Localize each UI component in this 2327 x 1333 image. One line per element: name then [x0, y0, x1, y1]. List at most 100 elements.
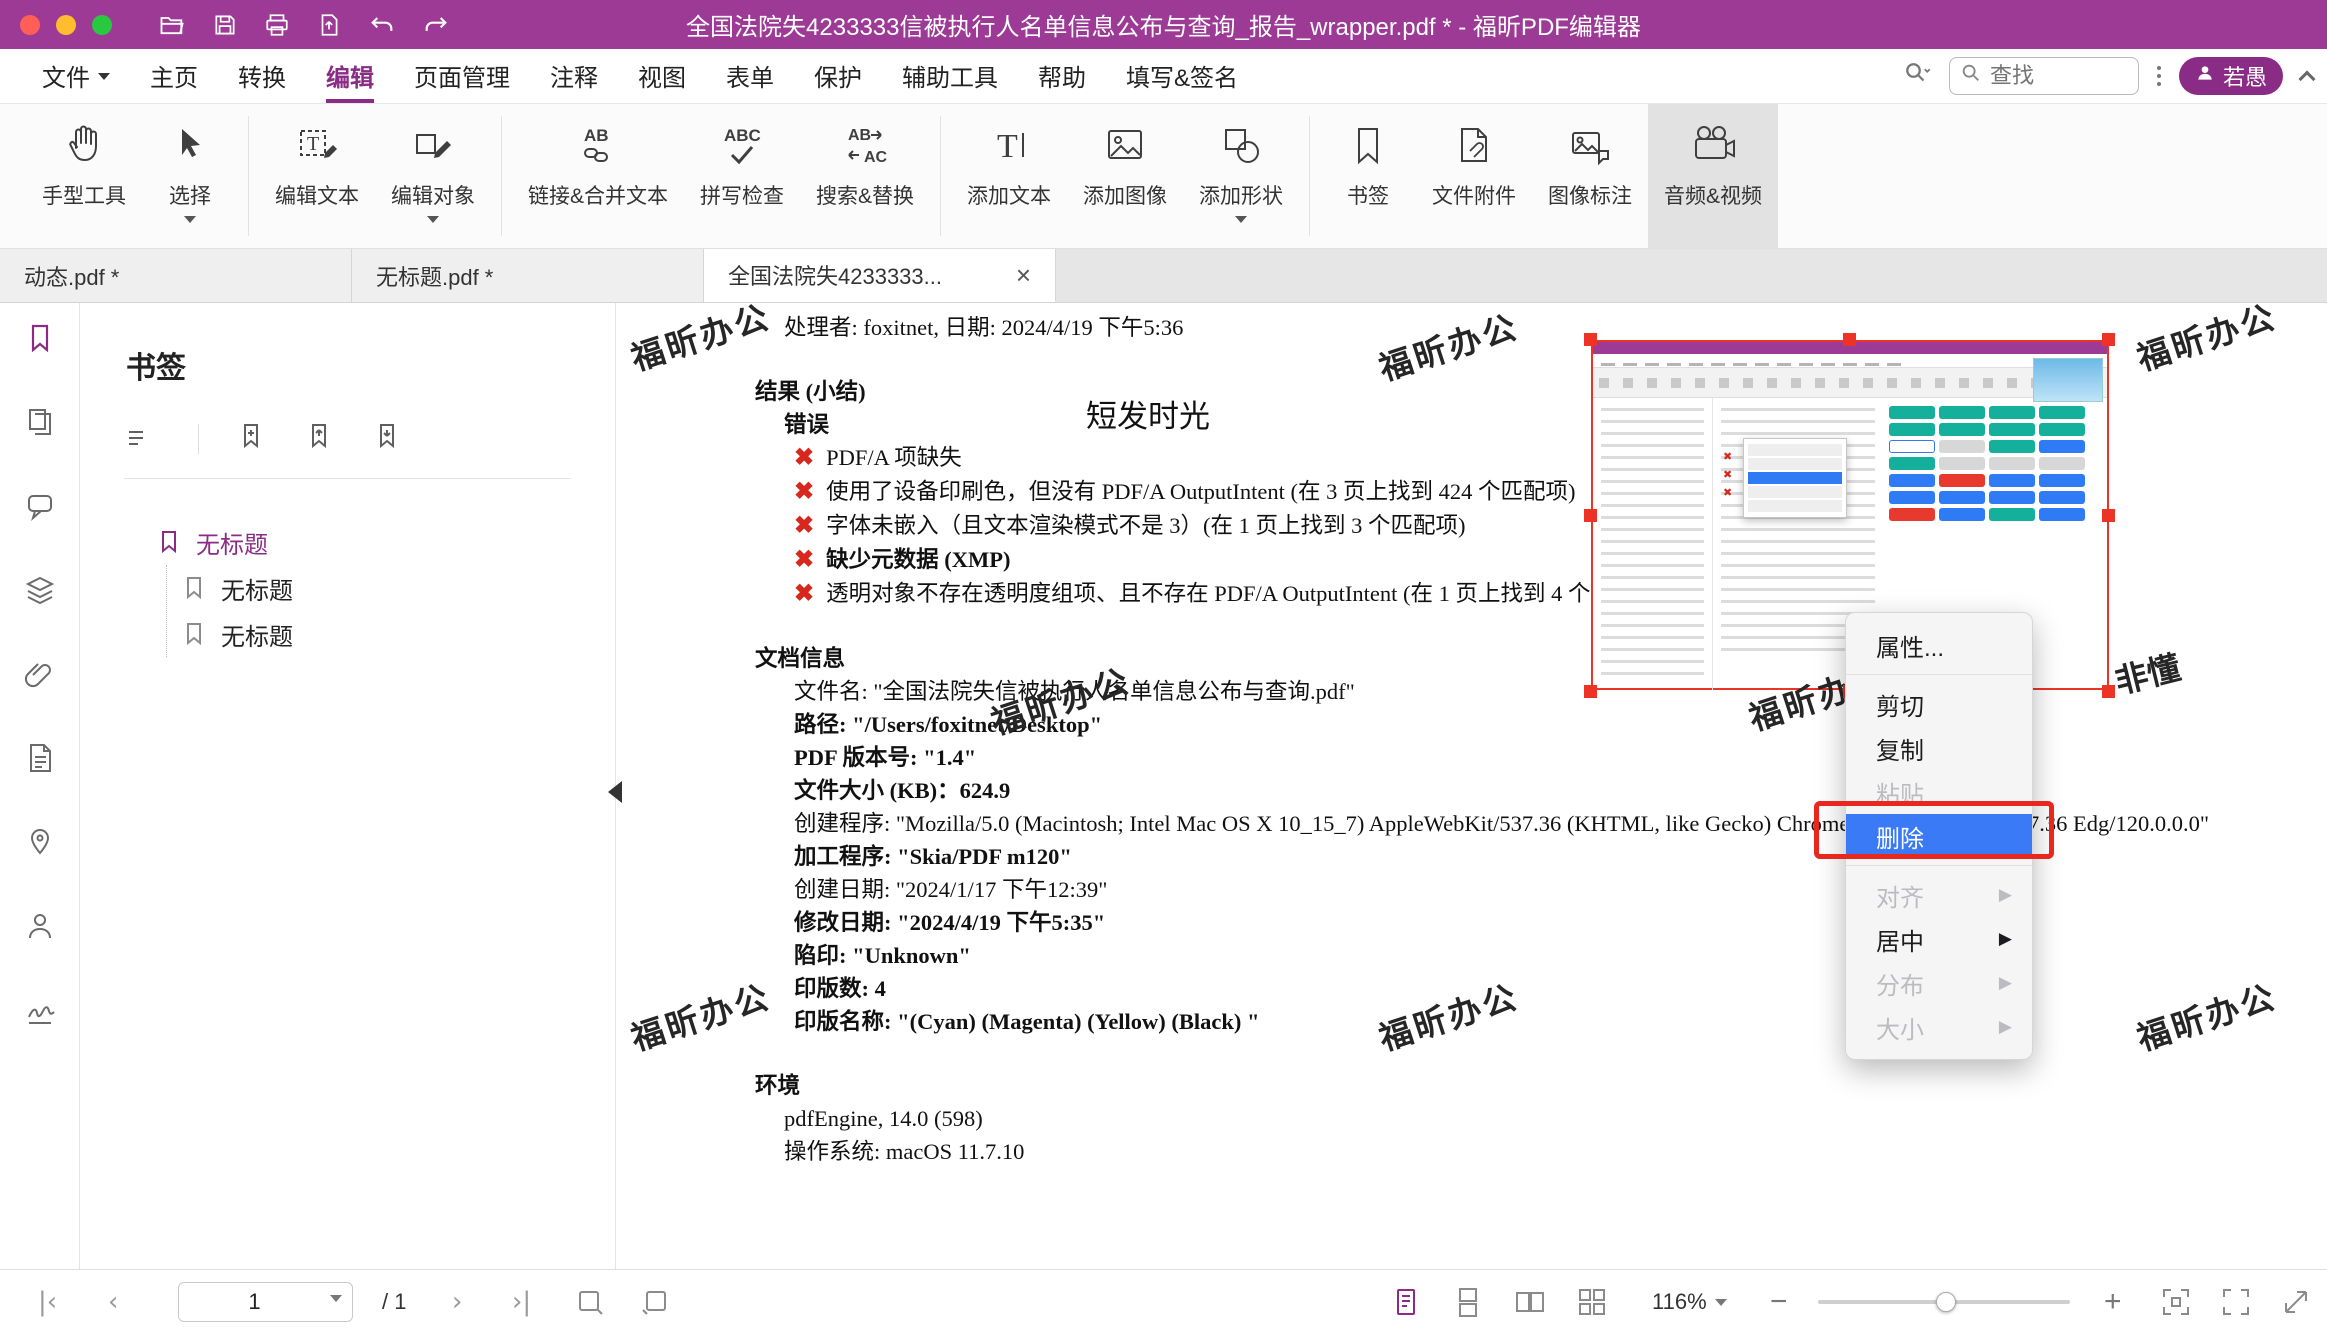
- menubar-item[interactable]: 保护: [814, 49, 862, 103]
- selection-handle[interactable]: [1843, 333, 1856, 346]
- menubar-item[interactable]: 视图: [638, 49, 686, 103]
- menubar-item[interactable]: 表单: [726, 49, 774, 103]
- search-box[interactable]: [1949, 57, 2139, 95]
- zoom-level-button[interactable]: 116%: [1652, 1289, 1727, 1315]
- save-icon[interactable]: [212, 12, 238, 38]
- bookmarks-panel-icon[interactable]: [23, 321, 57, 355]
- layers-panel-icon[interactable]: [23, 573, 57, 607]
- add-bookmark-icon[interactable]: [237, 421, 267, 456]
- search-input[interactable]: [1990, 63, 2110, 89]
- prev-page-button[interactable]: ‹: [108, 1287, 118, 1317]
- selection-handle[interactable]: [2102, 333, 2115, 346]
- add-text-button[interactable]: T 添加文本: [951, 104, 1067, 248]
- context-menu-item[interactable]: 剪切 ▶: [1846, 682, 2032, 726]
- tab-untitled-pdf[interactable]: 无标题.pdf *: [352, 249, 704, 302]
- fit-page-button[interactable]: [2160, 1286, 2192, 1318]
- file-attachment-button[interactable]: 文件附件: [1416, 104, 1532, 248]
- undo-icon[interactable]: [368, 11, 396, 39]
- next-view-button[interactable]: [640, 1287, 670, 1317]
- view-mode-facing-button[interactable]: [1514, 1286, 1546, 1318]
- selection-handle[interactable]: [1584, 333, 1597, 346]
- zoom-slider[interactable]: [1818, 1300, 2070, 1304]
- zoom-out-button[interactable]: −: [1770, 1285, 1788, 1319]
- menubar-item[interactable]: 辅助工具: [902, 49, 998, 103]
- menubar-item[interactable]: 主页: [150, 49, 198, 103]
- bookmark-item[interactable]: 无标题: [167, 611, 615, 657]
- doc-line: 陷印: "Unknown": [794, 939, 2327, 972]
- print-icon[interactable]: [264, 12, 290, 38]
- first-page-button[interactable]: |‹: [38, 1287, 57, 1317]
- context-menu-item-label: 剪切: [1876, 687, 1924, 722]
- zoom-window-button[interactable]: [92, 15, 112, 35]
- zoom-slider-thumb[interactable]: [1936, 1292, 1956, 1312]
- menubar-item[interactable]: 填写&签名: [1126, 49, 1238, 103]
- context-menu-item[interactable]: 居中 ▶: [1846, 917, 2032, 961]
- menubar-item[interactable]: 编辑: [326, 49, 374, 103]
- collapse-toolbar-icon[interactable]: [2299, 71, 2316, 88]
- redo-icon[interactable]: [422, 11, 450, 39]
- menubar-item[interactable]: 页面管理: [414, 49, 510, 103]
- open-file-icon[interactable]: [158, 11, 186, 39]
- previous-view-button[interactable]: [575, 1287, 605, 1317]
- more-options-icon[interactable]: [2157, 66, 2161, 86]
- menubar-item[interactable]: 帮助: [1038, 49, 1086, 103]
- selection-handle[interactable]: [2102, 685, 2115, 698]
- close-window-button[interactable]: [20, 15, 40, 35]
- menubar-item[interactable]: 注释: [550, 49, 598, 103]
- bookmark-item[interactable]: 无标题: [114, 519, 615, 565]
- menubar-item[interactable]: 文件: [42, 49, 110, 103]
- link-merge-text-button[interactable]: AB 链接&合并文本: [512, 104, 684, 248]
- add-image-button[interactable]: 添加图像: [1067, 104, 1183, 248]
- context-menu-item[interactable]: 复制 ▶: [1846, 726, 2032, 770]
- spell-check-button[interactable]: ABC 拼写检查: [684, 104, 800, 248]
- selection-handle[interactable]: [2102, 509, 2115, 522]
- context-menu-item[interactable]: 大小 ▶: [1846, 1005, 2032, 1049]
- view-mode-single-button[interactable]: [1390, 1286, 1422, 1318]
- tool-label: 手型工具: [42, 180, 126, 210]
- next-page-button[interactable]: ›: [452, 1287, 462, 1317]
- pages-panel-icon[interactable]: [23, 405, 57, 439]
- tab-dongtai-pdf[interactable]: 动态.pdf *: [0, 249, 352, 302]
- page-number-input[interactable]: [179, 1289, 330, 1315]
- view-mode-grid-button[interactable]: [1576, 1286, 1608, 1318]
- edit-object-button[interactable]: 编辑对象: [375, 104, 491, 248]
- tab-active-document[interactable]: 全国法院失4233333... ×: [704, 249, 1056, 302]
- context-menu-item[interactable]: 属性... ▶: [1846, 623, 2032, 667]
- bookmark-options-icon[interactable]: [124, 424, 160, 454]
- audio-video-button[interactable]: 音频&视频: [1648, 104, 1778, 248]
- export-icon[interactable]: [316, 12, 342, 38]
- page-number-box[interactable]: [178, 1282, 353, 1322]
- context-menu-item[interactable]: 分布 ▶: [1846, 961, 2032, 1005]
- zoom-in-button[interactable]: +: [2104, 1285, 2122, 1319]
- select-tool-button[interactable]: 选择: [142, 104, 238, 248]
- collapse-panel-arrow[interactable]: [608, 781, 622, 803]
- demote-bookmark-icon[interactable]: [373, 421, 403, 456]
- minimize-window-button[interactable]: [56, 15, 76, 35]
- selection-handle[interactable]: [1584, 685, 1597, 698]
- comments-panel-icon[interactable]: [23, 489, 57, 523]
- add-shape-button[interactable]: 添加形状: [1183, 104, 1299, 248]
- user-account-button[interactable]: 若愚: [2179, 57, 2283, 95]
- bookmark-button[interactable]: 书签: [1320, 104, 1416, 248]
- search-mode-icon[interactable]: [1901, 58, 1931, 95]
- signature-panel-icon[interactable]: [23, 993, 57, 1027]
- submenu-arrow-icon: ▶: [1999, 885, 2012, 905]
- search-replace-button[interactable]: ABAC 搜索&替换: [800, 104, 930, 248]
- edit-text-button[interactable]: T 编辑文本: [259, 104, 375, 248]
- menubar-item[interactable]: 转换: [238, 49, 286, 103]
- connected-review-panel-icon[interactable]: [23, 909, 57, 943]
- image-annotation-button[interactable]: 图像标注: [1532, 104, 1648, 248]
- selection-handle[interactable]: [1584, 509, 1597, 522]
- expand-view-button[interactable]: [2280, 1286, 2312, 1318]
- destinations-panel-icon[interactable]: [23, 825, 57, 859]
- promote-bookmark-icon[interactable]: [305, 421, 335, 456]
- attachments-panel-icon[interactable]: [23, 657, 57, 691]
- hand-tool-button[interactable]: 手型工具: [26, 104, 142, 248]
- context-menu-item[interactable]: 对齐 ▶: [1846, 873, 2032, 917]
- bookmark-item[interactable]: 无标题: [167, 565, 615, 611]
- last-page-button[interactable]: ›|: [512, 1287, 531, 1317]
- fullscreen-button[interactable]: [2220, 1286, 2252, 1318]
- view-mode-continuous-button[interactable]: [1452, 1286, 1484, 1318]
- articles-panel-icon[interactable]: [23, 741, 57, 775]
- close-tab-icon[interactable]: ×: [1016, 260, 1031, 291]
